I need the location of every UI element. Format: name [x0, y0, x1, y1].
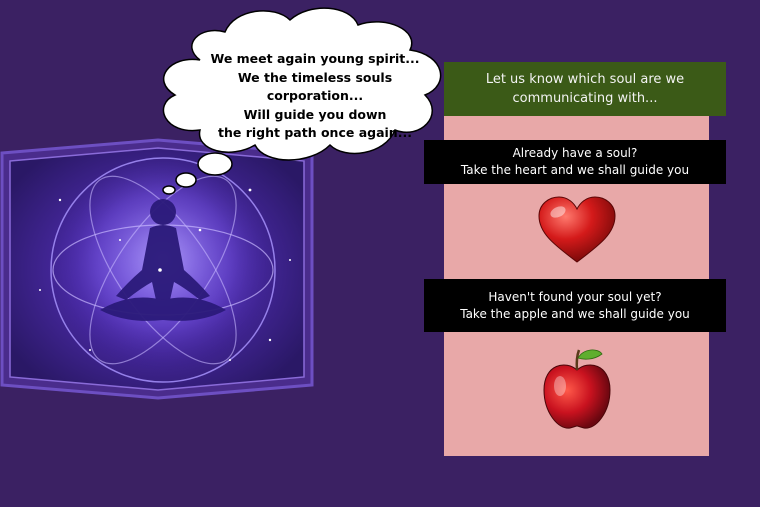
panel-header: Let us know which soul are we communicat…	[444, 62, 726, 116]
apple-option-label: Haven't found your soul yet? Take the ap…	[424, 279, 726, 332]
thought-bubble-text: We meet again young spirit... We the tim…	[210, 51, 420, 140]
heart-icon[interactable]	[536, 196, 618, 266]
apple-icon[interactable]	[540, 346, 614, 432]
heart-option-label: Already have a soul? Take the heart and …	[424, 140, 726, 184]
